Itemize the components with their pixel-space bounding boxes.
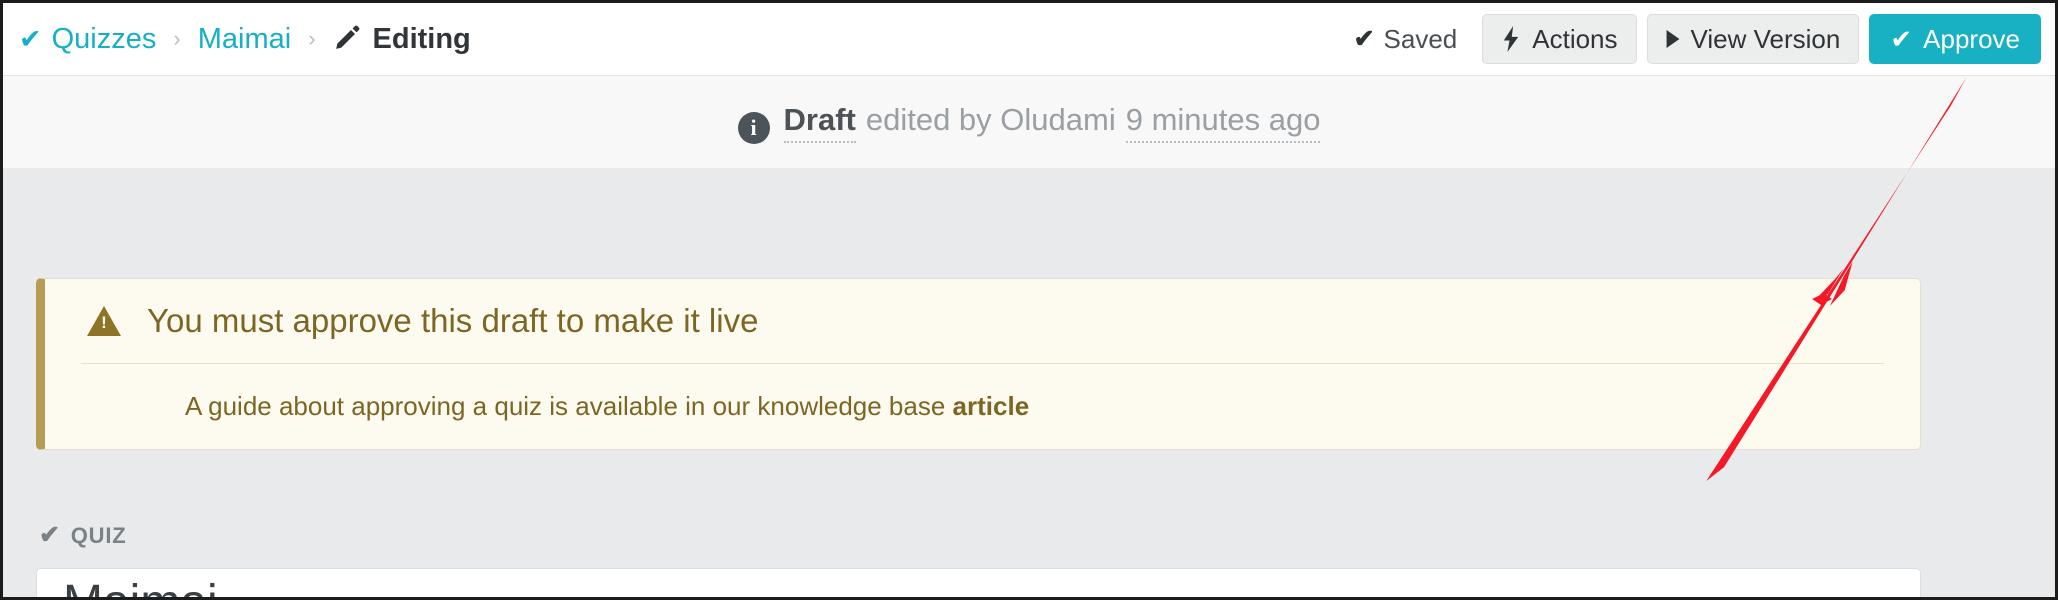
saved-status: ✔ Saved: [1354, 24, 1458, 55]
page-title: Editing: [372, 22, 471, 55]
approve-draft-alert: You must approve this draft to make it l…: [36, 278, 1921, 451]
page-body: You must approve this draft to make it l…: [3, 168, 2055, 597]
chevron-right-icon-2: ›: [308, 26, 316, 51]
screenshot-frame: ✔ Quizzes › Maimai › Editing ✔ Saved Act…: [0, 0, 2058, 600]
check-icon: ✔: [19, 23, 42, 54]
status-badge[interactable]: Draft: [783, 102, 856, 143]
warning-triangle-icon: [87, 305, 121, 336]
toolbar-actions: ✔ Saved Actions View Version ✔ Approve: [1354, 14, 2055, 64]
quiz-label-text: QUIZ: [70, 523, 127, 548]
breadcrumb: ✔ Quizzes › Maimai › Editing: [3, 21, 471, 58]
top-toolbar: ✔ Quizzes › Maimai › Editing ✔ Saved Act…: [3, 3, 2055, 76]
edited-timestamp[interactable]: 9 minutes ago: [1125, 102, 1321, 143]
alert-body: A guide about approving a quiz is availa…: [45, 364, 1920, 424]
draft-status-bar: i Draft edited by Oludami 9 minutes ago: [3, 76, 2055, 168]
knowledge-base-article-link[interactable]: article: [953, 391, 1030, 421]
actions-button[interactable]: Actions: [1482, 14, 1637, 64]
breadcrumb-link-quizzes[interactable]: Quizzes: [52, 23, 157, 56]
breadcrumb-link-maimai[interactable]: Maimai: [198, 23, 291, 56]
alert-body-text: A guide about approving a quiz is availa…: [185, 390, 953, 421]
draft-status-text: i Draft edited by Oludami 9 minutes ago: [737, 101, 1321, 144]
pencil-icon: [333, 23, 362, 60]
play-triangle-icon: [1666, 30, 1680, 48]
saved-label: Saved: [1383, 23, 1458, 54]
quiz-title-value: Maimai: [63, 575, 218, 597]
view-version-label: View Version: [1690, 23, 1841, 54]
alert-title: You must approve this draft to make it l…: [147, 302, 759, 339]
actions-label: Actions: [1532, 23, 1618, 54]
check-icon: ✔: [1353, 25, 1375, 53]
chevron-right-icon: ›: [173, 26, 181, 51]
check-icon: ✔: [39, 521, 61, 549]
check-icon: ✔: [1890, 24, 1913, 54]
approve-label: Approve: [1923, 23, 2020, 54]
quiz-title-input[interactable]: Maimai: [36, 568, 1921, 597]
info-icon: i: [737, 111, 770, 144]
browser-viewport: ✔ Quizzes › Maimai › Editing ✔ Saved Act…: [3, 3, 2055, 597]
bolt-icon: [1501, 26, 1521, 52]
edited-by-label: edited by Oludami: [865, 101, 1116, 137]
alert-header: You must approve this draft to make it l…: [45, 301, 1920, 341]
view-version-button[interactable]: View Version: [1646, 14, 1860, 64]
quiz-section-label: ✔ QUIZ: [39, 521, 127, 551]
approve-button[interactable]: ✔ Approve: [1869, 14, 2041, 64]
